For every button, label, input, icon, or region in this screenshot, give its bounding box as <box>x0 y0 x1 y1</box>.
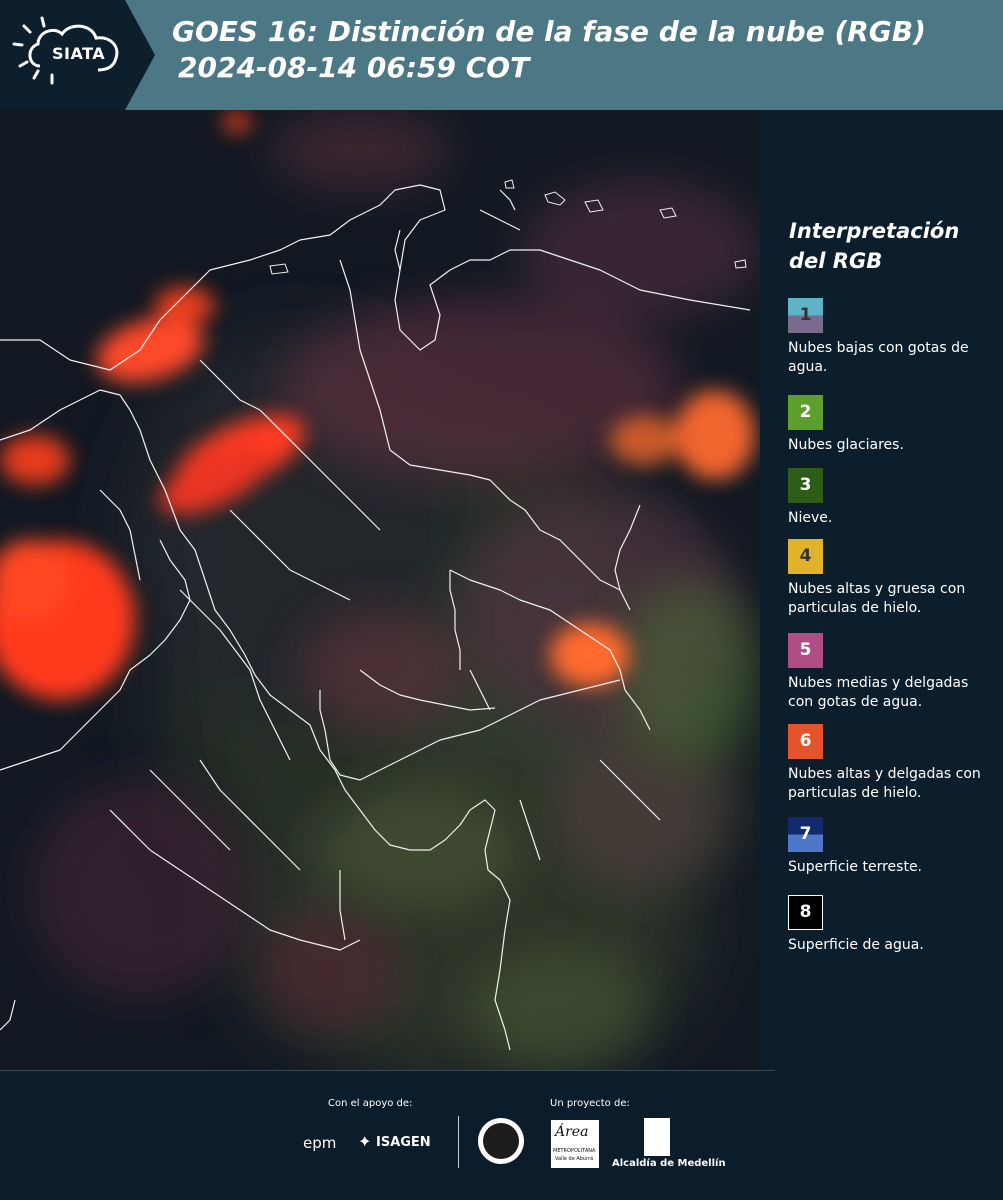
legend-item-3: 3 Nieve. <box>788 468 988 528</box>
legend-item-5: 5 Nubes medias y delgadas con gotas de a… <box>788 633 988 712</box>
legend-item-2: 2 Nubes glaciares. <box>788 395 988 455</box>
isagen-logo[interactable]: ISAGEN <box>376 1135 431 1150</box>
medellin-seal-icon[interactable] <box>478 1118 524 1164</box>
legend-title: Interpretación del RGB <box>789 219 960 273</box>
legend-swatch-6: 6 <box>788 724 823 759</box>
legend-item-7: 7 Superficie terreste. <box>788 817 988 877</box>
satellite-map[interactable] <box>0 110 760 1070</box>
legend-swatch-2: 2 <box>788 395 823 430</box>
legend-label-1: Nubes bajas con gotas de agua. <box>788 340 969 375</box>
legend-swatch-3: 3 <box>788 468 823 503</box>
area-logo-sub2: Valle de Aburrá <box>555 1156 594 1162</box>
legend-swatch-1: 1 <box>788 298 823 333</box>
legend-item-6: 6 Nubes altas y delgadas con particulas … <box>788 724 988 803</box>
alcaldia-label[interactable]: Alcaldía de Medellín <box>612 1158 726 1169</box>
legend-label-7: Superficie terreste. <box>788 859 923 875</box>
title-line-1: GOES 16: Distinción de la fase de la nub… <box>172 15 926 48</box>
area-metropolitana-logo[interactable]: Área METROPOLITANA Valle de Aburrá <box>551 1120 599 1168</box>
legend-item-8: 8 Superficie de agua. <box>788 895 988 955</box>
footer-divider <box>0 1070 775 1071</box>
legend-item-1: 1 Nubes bajas con gotas de agua. <box>788 298 988 377</box>
footer-separator <box>458 1116 459 1168</box>
legend-label-6: Nubes altas y delgadas con particulas de… <box>788 766 981 801</box>
legend-item-4: 4 Nubes altas y gruesa con particulas de… <box>788 539 988 618</box>
epm-logo[interactable]: epm <box>303 1134 336 1152</box>
legend-swatch-8: 8 <box>788 895 823 930</box>
siata-logo[interactable]: SIATA <box>0 0 155 110</box>
alcaldia-shield-icon[interactable] <box>644 1118 670 1156</box>
project-label: Un proyecto de: <box>550 1098 630 1109</box>
footer: Con el apoyo de: Un proyecto de: epm ✦ I… <box>0 1070 1003 1200</box>
legend-swatch-7: 7 <box>788 817 823 852</box>
legend-panel: Interpretación del RGB 1 Nubes bajas con… <box>760 110 1003 1070</box>
legend-swatch-5: 5 <box>788 633 823 668</box>
legend-label-2: Nubes glaciares. <box>788 437 904 453</box>
page-title: GOES 16: Distinción de la fase de la nub… <box>172 14 926 86</box>
area-logo-sub1: METROPOLITANA <box>553 1148 596 1154</box>
legend-label-8: Superficie de agua. <box>788 937 924 953</box>
area-logo-text: Área <box>555 1124 589 1140</box>
legend-label-4: Nubes altas y gruesa con particulas de h… <box>788 581 966 616</box>
legend-label-5: Nubes medias y delgadas con gotas de agu… <box>788 675 969 710</box>
isagen-logo-icon: ✦ <box>358 1132 372 1151</box>
header-bar: SIATA GOES 16: Distinción de la fase de … <box>0 0 1003 110</box>
support-label: Con el apoyo de: <box>328 1098 413 1109</box>
siata-logo-text: SIATA <box>52 44 106 63</box>
title-line-2: 2024-08-14 06:59 COT <box>178 51 530 84</box>
legend-swatch-4: 4 <box>788 539 823 574</box>
legend-label-3: Nieve. <box>788 510 833 526</box>
